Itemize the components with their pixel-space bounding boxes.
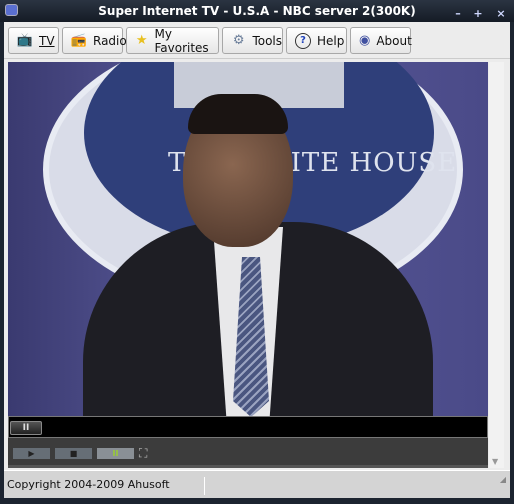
toolbar: 📺 TV 📻 Radio ★ My Favorites ⚙ Tools ? Help ◉ A… [4,22,510,58]
status-bar: Copyright 2004-2009 Ahusoft ◢ [4,470,510,498]
pause-button[interactable]: II [97,448,134,459]
scrollbar[interactable]: ▼ [489,62,504,468]
about-icon: ◉ [359,33,371,48]
star-icon: ★ [135,33,148,48]
radio-label: Radio [93,33,127,48]
seek-bar[interactable]: II [8,416,488,438]
video-player[interactable]: THE WHITE HOUSE [8,62,488,416]
about-button[interactable]: ◉ About [350,27,412,54]
about-label: About [376,33,412,48]
presenter-hair [188,94,288,134]
tv-label: TV [39,33,55,48]
app-icon[interactable] [5,4,18,16]
scroll-down-icon[interactable]: ▼ [492,457,498,466]
help-label: Help [317,33,345,48]
tools-label: Tools [252,33,282,48]
tv-icon: 📺 [16,33,34,48]
favorites-button[interactable]: ★ My Favorites [126,26,219,55]
help-button[interactable]: ? Help [286,27,347,54]
favorites-label: My Favorites [154,26,209,55]
status-text: Copyright 2004-2009 Ahusoft [7,478,170,491]
tools-button[interactable]: ⚙ Tools [222,27,283,54]
radio-button[interactable]: 📻 Radio [62,27,127,54]
playback-controls: ▶ ■ II ⛶ [8,438,488,468]
title-bar: Super Internet TV - U.S.A - NBC server 2… [0,0,514,22]
gear-icon: ⚙ [232,33,245,48]
status-separator [204,477,205,495]
resize-grip-icon[interactable]: ◢ [500,466,506,494]
window-title: Super Internet TV - U.S.A - NBC server 2… [98,4,416,18]
stop-button[interactable]: ■ [55,448,92,459]
radio-icon: 📻 [70,33,88,48]
help-icon: ? [295,32,311,49]
fullscreen-icon[interactable]: ⛶ [139,447,147,459]
tv-button[interactable]: 📺 TV [8,27,59,54]
play-button[interactable]: ▶ [13,448,50,459]
pause-button-large[interactable]: II [10,421,42,435]
